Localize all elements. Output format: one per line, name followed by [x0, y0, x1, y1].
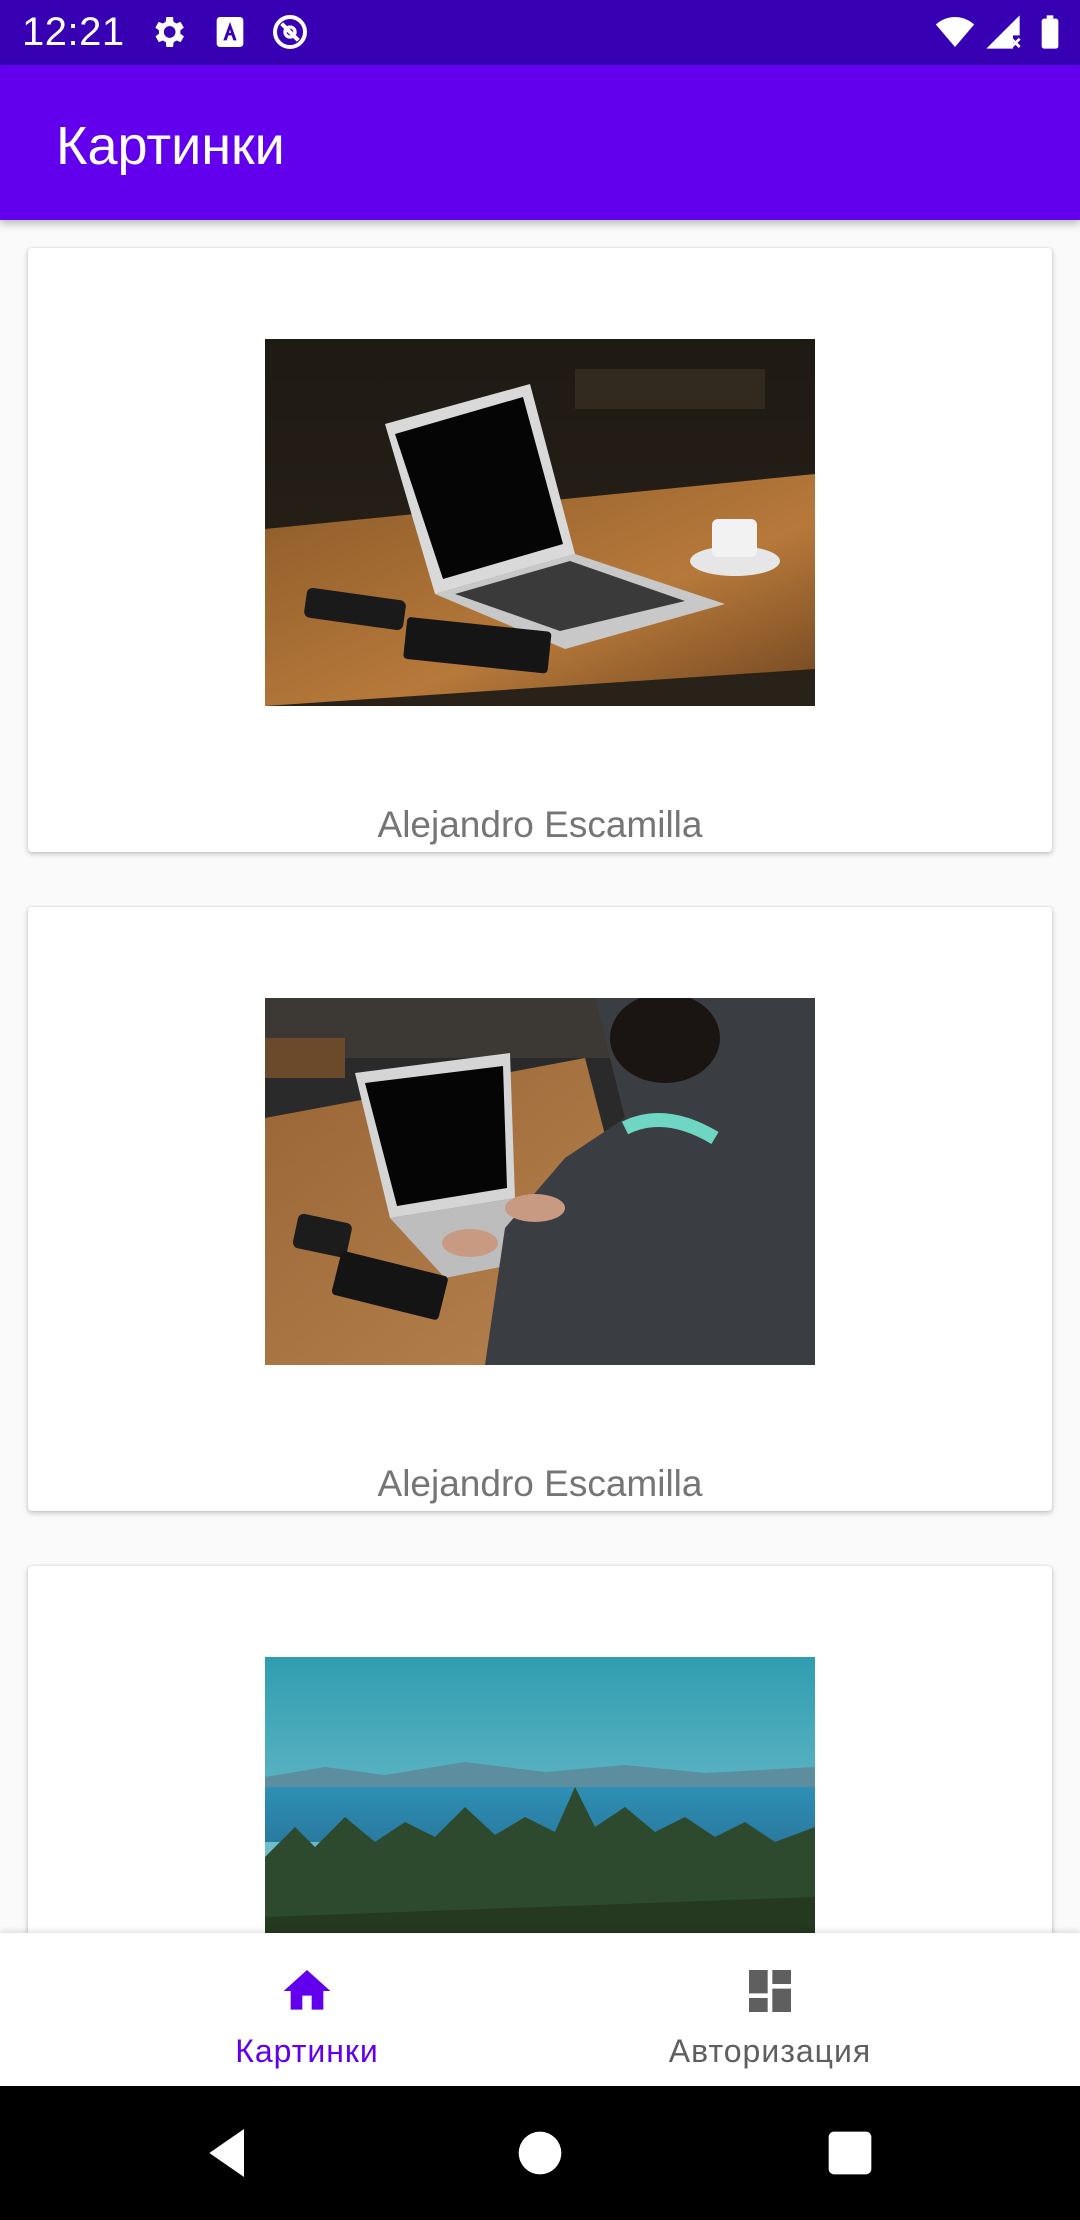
- bottom-navigation: Картинки Авторизация: [0, 1933, 1080, 2086]
- font-a-icon: [216, 17, 244, 47]
- nav-label-pictures: Картинки: [235, 2033, 379, 2069]
- signal-no-data-icon: [986, 15, 1021, 49]
- card-author: Alejandro Escamilla: [377, 804, 703, 845]
- app-bar: Картинки: [0, 65, 1080, 220]
- page-title: Картинки: [56, 116, 285, 176]
- image-card[interactable]: Alejandro Escamilla: [28, 907, 1052, 1511]
- person-typing-on-laptop-photo: [265, 998, 815, 1365]
- card-image: [265, 1657, 815, 1933]
- nav-label-authorization: Авторизация: [668, 2033, 872, 2069]
- system-navigation-bar: [0, 2086, 1080, 2220]
- status-time: 12:21: [22, 10, 125, 54]
- card-image: [265, 998, 815, 1365]
- home-icon: [283, 1970, 331, 2010]
- wifi-icon: [935, 17, 975, 47]
- image-list[interactable]: Alejandro Escamilla Alejandro Escamilla: [0, 220, 1080, 1933]
- gear-icon: [155, 17, 184, 47]
- home-circle-icon[interactable]: [508, 2121, 572, 2185]
- nav-item-pictures[interactable]: Картинки: [37, 1933, 577, 2086]
- laptop-on-wooden-table-photo: [265, 339, 815, 706]
- image-card[interactable]: Alejandro Escamilla: [28, 248, 1052, 852]
- at-sync-icon: [273, 15, 307, 49]
- dashboard-icon: [749, 1970, 791, 2012]
- recents-icon[interactable]: [818, 2121, 882, 2185]
- card-author: Alejandro Escamilla: [377, 1463, 703, 1504]
- battery-icon: [1041, 15, 1059, 49]
- nav-item-authorization[interactable]: Авторизация: [500, 1933, 1040, 2086]
- back-icon[interactable]: [196, 2121, 260, 2185]
- card-image: [265, 339, 815, 706]
- status-bar: 12:21: [0, 0, 1080, 65]
- forest-and-sea-landscape-photo: [265, 1657, 815, 1933]
- image-card[interactable]: [28, 1566, 1052, 1933]
